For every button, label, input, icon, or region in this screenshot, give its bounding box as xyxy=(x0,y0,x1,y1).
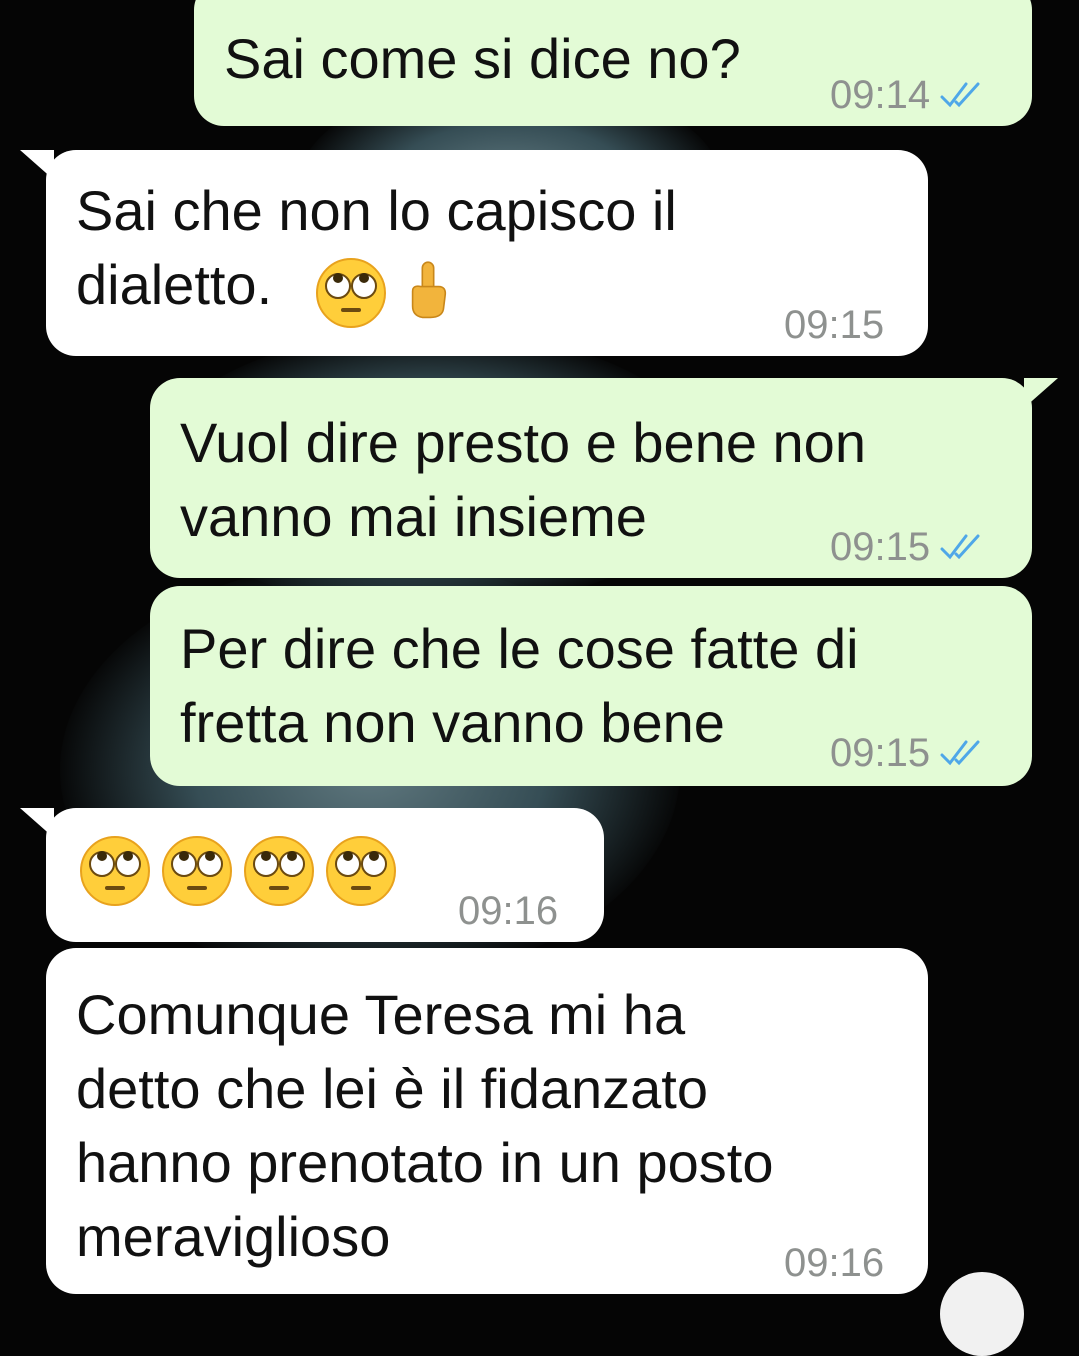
message-bubble-incoming[interactable]: Comunque Teresa mi ha detto che lei è il… xyxy=(46,948,928,1294)
message-time: 09:15 xyxy=(830,731,931,775)
face-with-rolling-eyes-icon xyxy=(78,834,152,908)
message-bubble-outgoing[interactable]: Sai come si dice no? 09:14 xyxy=(194,0,1032,126)
face-with-rolling-eyes-icon xyxy=(324,834,398,908)
face-with-rolling-eyes-icon xyxy=(314,256,388,330)
message-time: 09:16 xyxy=(458,889,559,933)
face-with-rolling-eyes-icon xyxy=(242,834,316,908)
scroll-down-button[interactable] xyxy=(940,1272,1024,1356)
message-time: 09:15 xyxy=(784,303,885,347)
message-text: Per dire che le cose fatte di fretta non… xyxy=(180,617,859,754)
message-bubble-incoming[interactable]: Sai che non lo capisco il dialetto. 09:1… xyxy=(46,150,928,356)
message-bubble-outgoing[interactable]: Vuol dire presto e bene non vanno mai in… xyxy=(150,378,1032,578)
read-ticks-icon xyxy=(940,738,984,768)
message-time: 09:16 xyxy=(784,1241,885,1285)
message-time: 09:15 xyxy=(830,525,931,569)
read-ticks-icon xyxy=(940,532,984,562)
message-text: Comunque Teresa mi ha detto che lei è il… xyxy=(76,983,774,1268)
message-text: Sai come si dice no? xyxy=(224,27,741,90)
face-with-rolling-eyes-icon xyxy=(160,834,234,908)
message-bubble-outgoing[interactable]: Per dire che le cose fatte di fretta non… xyxy=(150,586,1032,786)
middle-finger-icon xyxy=(398,250,458,328)
message-time: 09:14 xyxy=(830,73,931,117)
read-ticks-icon xyxy=(940,80,984,110)
message-text: Vuol dire presto e bene non vanno mai in… xyxy=(180,411,866,548)
message-bubble-incoming[interactable]: 09:16 xyxy=(46,808,604,942)
